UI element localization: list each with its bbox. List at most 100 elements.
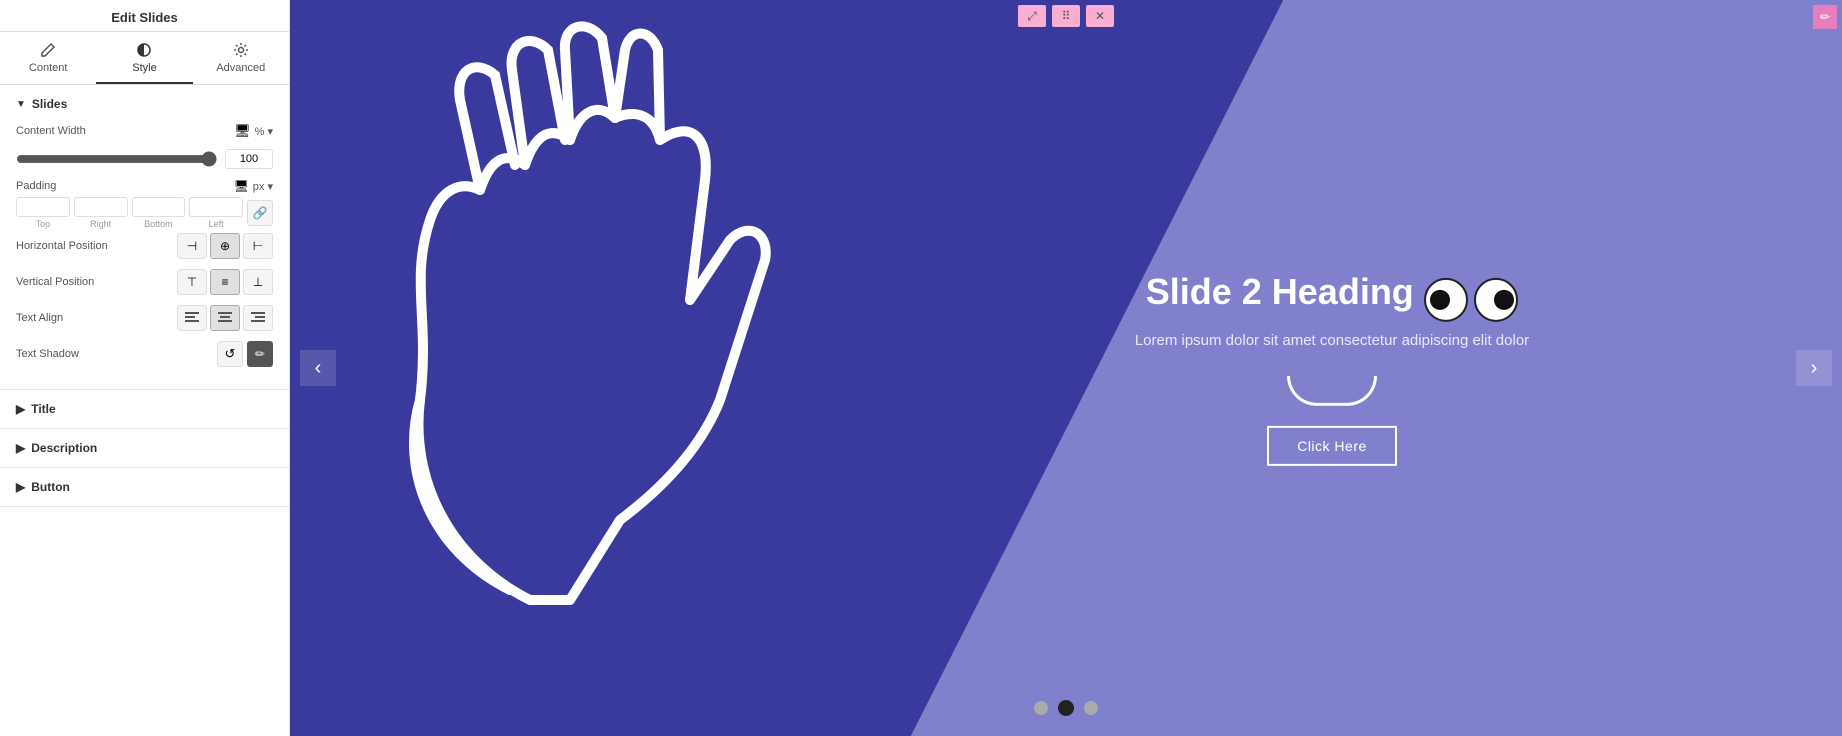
text-shadow-controls: ↺ ✏ — [217, 341, 273, 367]
nav-prev-button[interactable]: ‹ — [300, 350, 336, 386]
padding-label: Padding — [16, 180, 234, 192]
description-arrow-icon: ▶ — [16, 441, 25, 455]
slide-top-controls: ⤢ ⠿ ✕ — [1018, 5, 1114, 27]
padding-link-button[interactable]: 🔗 — [247, 200, 273, 226]
padding-right-input[interactable] — [74, 197, 128, 217]
pencil-icon — [40, 42, 56, 58]
content-width-label: Content Width — [16, 125, 234, 137]
left-eye — [1424, 278, 1468, 322]
padding-left-input[interactable] — [189, 197, 243, 217]
button-label: Button — [31, 480, 70, 494]
button-section[interactable]: ▶ Button — [0, 468, 289, 507]
vertical-position-label: Vertical Position — [16, 276, 177, 288]
text-align-right-button[interactable] — [243, 305, 273, 331]
padding-inputs-row: Top Right Bottom Left 🔗 — [16, 197, 273, 229]
slides-label: Slides — [32, 97, 67, 111]
slide-container: ⤢ ⠿ ✕ ✏ Slide 2 Heading Lorem ipsum dol — [290, 0, 1842, 736]
title-section[interactable]: ▶ Title — [0, 390, 289, 429]
slide-grid-icon-button[interactable]: ⠿ — [1052, 5, 1080, 27]
slide-heading: Slide 2 Heading — [1146, 271, 1414, 312]
text-shadow-row: Text Shadow ↺ ✏ — [16, 341, 273, 367]
tab-style[interactable]: Style — [96, 32, 192, 84]
h-pos-right-button[interactable]: ⊢ — [243, 233, 273, 259]
padding-row: Padding 🖥 px ▾ — [16, 179, 273, 193]
horizontal-position-label: Horizontal Position — [16, 240, 177, 252]
slides-section-title[interactable]: ▼ Slides — [16, 97, 273, 111]
slides-arrow-icon: ▼ — [16, 99, 26, 110]
padding-left-label: Left — [209, 219, 224, 229]
text-align-label: Text Align — [16, 312, 177, 324]
left-pupil — [1430, 290, 1450, 310]
text-shadow-label: Text Shadow — [16, 348, 217, 360]
title-section-title: ▶ Title — [16, 402, 273, 416]
h-pos-left-button[interactable]: ⊣ — [177, 233, 207, 259]
tabs-bar: Content Style Advanced — [0, 32, 289, 85]
horizontal-position-row: Horizontal Position ⊣ ⊕ ⊢ — [16, 233, 273, 259]
title-arrow-icon: ▶ — [16, 402, 25, 416]
vertical-position-buttons: ⊤ ≡ ⊥ — [177, 269, 273, 295]
slides-section: ▼ Slides Content Width 🖥 % ▾ Padding 🖥 p… — [0, 85, 289, 390]
slide-edit-top-button[interactable]: ✏ — [1813, 5, 1837, 29]
nav-next-button[interactable]: › — [1796, 350, 1832, 386]
text-align-left-button[interactable] — [177, 305, 207, 331]
slide-content: Slide 2 Heading Lorem ipsum dolor sit am… — [1072, 270, 1592, 466]
padding-bottom-input[interactable] — [132, 197, 186, 217]
panel-header: Edit Slides — [0, 0, 289, 32]
title-label: Title — [31, 402, 55, 416]
slide-dot-3[interactable] — [1084, 701, 1098, 715]
padding-top-input[interactable] — [16, 197, 70, 217]
slide-move-icon-button[interactable]: ⤢ — [1018, 5, 1046, 27]
content-width-row: Content Width 🖥 % ▾ — [16, 123, 273, 139]
padding-left-wrap: Left — [189, 197, 243, 229]
content-width-input[interactable] — [225, 149, 273, 169]
padding-bottom-wrap: Bottom — [132, 197, 186, 229]
text-align-buttons — [177, 305, 273, 331]
content-width-control: 🖥 % ▾ — [234, 123, 273, 139]
canvas-area: ⤢ ⠿ ✕ ✏ Slide 2 Heading Lorem ipsum dol — [290, 0, 1842, 736]
smile-arc — [1287, 376, 1377, 406]
tab-content[interactable]: Content — [0, 32, 96, 84]
button-arrow-icon: ▶ — [16, 480, 25, 494]
content-width-slider-row — [16, 149, 273, 169]
slide-cta-button[interactable]: Click Here — [1267, 426, 1397, 466]
hand-illustration — [350, 20, 850, 660]
half-circle-icon — [136, 42, 152, 58]
content-width-slider[interactable] — [16, 151, 217, 167]
button-section-title: ▶ Button — [16, 480, 273, 494]
tab-advanced[interactable]: Advanced — [193, 32, 289, 84]
gear-icon — [233, 42, 249, 58]
text-align-center-button[interactable] — [210, 305, 240, 331]
monitor-icon: 🖥 — [234, 123, 251, 139]
v-pos-top-button[interactable]: ⊤ — [177, 269, 207, 295]
padding-unit[interactable]: px ▾ — [253, 180, 273, 193]
padding-top-label: Top — [36, 219, 51, 229]
padding-control: 🖥 px ▾ — [234, 179, 273, 193]
padding-monitor-icon: 🖥 — [234, 179, 249, 193]
slide-description: Lorem ipsum dolor sit amet consectetur a… — [1072, 330, 1592, 353]
text-shadow-reset-button[interactable]: ↺ — [217, 341, 243, 367]
padding-top-wrap: Top — [16, 197, 70, 229]
right-pupil — [1494, 290, 1514, 310]
slide-dots — [1034, 700, 1098, 716]
description-section[interactable]: ▶ Description — [0, 429, 289, 468]
content-width-unit[interactable]: % ▾ — [255, 125, 273, 138]
left-panel: Edit Slides Content Style Advanced ▼ — [0, 0, 290, 736]
slide-dot-2[interactable] — [1058, 700, 1074, 716]
right-eye — [1474, 278, 1518, 322]
tab-content-label: Content — [29, 62, 68, 74]
slide-close-icon-button[interactable]: ✕ — [1086, 5, 1114, 27]
v-pos-bottom-button[interactable]: ⊥ — [243, 269, 273, 295]
v-pos-middle-button[interactable]: ≡ — [210, 269, 240, 295]
text-shadow-edit-button[interactable]: ✏ — [247, 341, 273, 367]
slide-dot-1[interactable] — [1034, 701, 1048, 715]
horizontal-position-buttons: ⊣ ⊕ ⊢ — [177, 233, 273, 259]
align-center-icon — [218, 312, 232, 324]
text-align-row: Text Align — [16, 305, 273, 331]
tab-advanced-label: Advanced — [216, 62, 265, 74]
padding-right-label: Right — [90, 219, 111, 229]
description-label: Description — [31, 441, 97, 455]
h-pos-center-button[interactable]: ⊕ — [210, 233, 240, 259]
vertical-position-row: Vertical Position ⊤ ≡ ⊥ — [16, 269, 273, 295]
padding-right-wrap: Right — [74, 197, 128, 229]
hand-svg — [350, 20, 830, 640]
